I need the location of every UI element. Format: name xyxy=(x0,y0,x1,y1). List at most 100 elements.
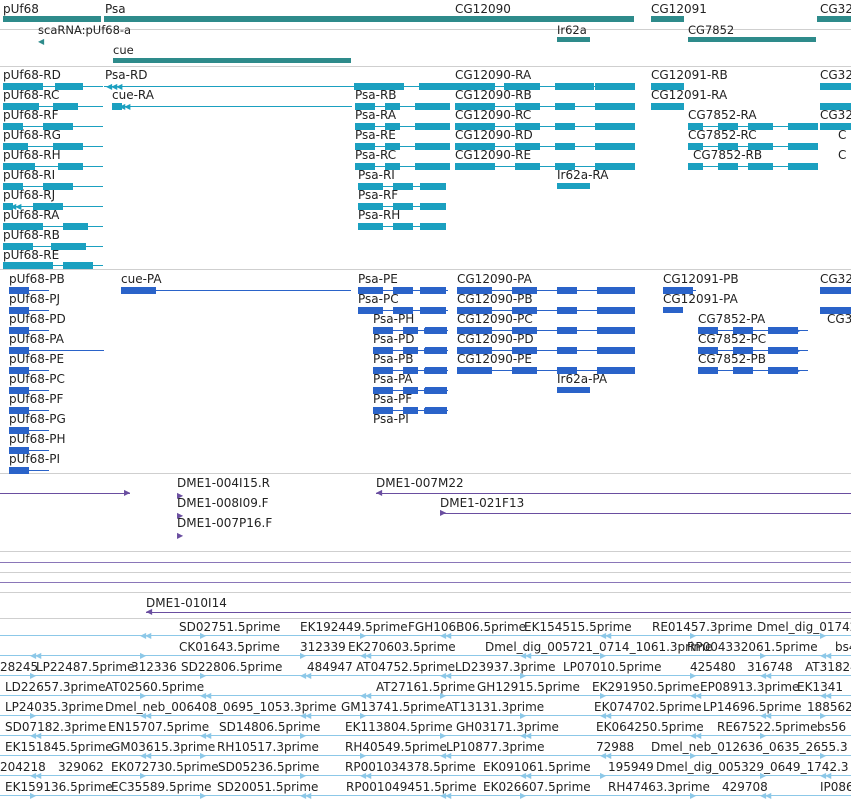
feature-bar[interactable] xyxy=(512,367,537,374)
feature-label[interactable]: Psa-RA xyxy=(355,108,396,122)
feature-bar[interactable] xyxy=(688,37,816,42)
feature-label[interactable]: CG12090-RA xyxy=(455,68,531,82)
feature-label[interactable]: DME1-007M22 xyxy=(376,476,464,490)
feature-label[interactable]: EP08913.3prime xyxy=(700,680,799,694)
feature-label[interactable]: SD22806.5prime xyxy=(181,660,282,674)
feature-bar[interactable] xyxy=(43,123,73,130)
feature-label[interactable]: Psa-RB xyxy=(355,88,397,102)
feature-label[interactable]: CG12091 xyxy=(651,2,707,16)
genome-browser-view[interactable]: pUf68 Psa CG12090 CG12091 CG32 scaRNA:pUf68-a… xyxy=(0,0,851,802)
feature-bar[interactable] xyxy=(597,347,635,354)
feature-bar[interactable] xyxy=(512,347,537,354)
feature-bar[interactable] xyxy=(373,387,393,394)
feature-label[interactable]: cue xyxy=(113,43,134,57)
feature-bar[interactable] xyxy=(403,407,418,414)
feature-bar[interactable] xyxy=(557,347,577,354)
feature-label[interactable]: DME1-010I14 xyxy=(146,596,227,610)
feature-label[interactable]: DME1-008I09.F xyxy=(177,496,269,510)
feature-bar[interactable] xyxy=(51,243,86,250)
feature-bar[interactable] xyxy=(688,163,703,170)
feature-label[interactable]: AT02560.5prime xyxy=(105,680,204,694)
feature-label[interactable]: Dmel_dig_01742 xyxy=(757,620,851,634)
feature-label[interactable]: LD23937.3prime xyxy=(455,660,556,674)
feature-label[interactable]: CG7852-RB xyxy=(693,148,762,162)
feature-bar[interactable] xyxy=(595,103,635,110)
feature-label[interactable]: EK151845.5prime xyxy=(5,740,113,754)
feature-bar[interactable] xyxy=(393,203,413,210)
feature-bar[interactable] xyxy=(385,103,400,110)
feature-bar[interactable] xyxy=(748,143,773,150)
feature-bar[interactable] xyxy=(373,367,393,374)
feature-bar[interactable] xyxy=(385,123,400,130)
feature-label[interactable]: CG7852-PA xyxy=(698,312,765,326)
feature-label[interactable]: CG32 xyxy=(820,68,851,82)
feature-label[interactable]: LP22487.5prime xyxy=(36,660,135,674)
feature-label[interactable]: pUf68-PB xyxy=(9,272,65,286)
feature-bar[interactable] xyxy=(373,347,393,354)
feature-label[interactable]: SD07182.3prime xyxy=(5,720,106,734)
feature-label[interactable]: EK091061.5prime xyxy=(483,760,591,774)
feature-bar[interactable] xyxy=(597,327,635,334)
feature-label[interactable]: DME1-004I15.R xyxy=(177,476,270,490)
feature-label[interactable]: CG12091-PB xyxy=(663,272,739,286)
feature-bar[interactable] xyxy=(393,287,413,294)
feature-label[interactable]: SD02751.5prime xyxy=(179,620,280,634)
feature-bar[interactable] xyxy=(355,163,375,170)
feature-label[interactable]: Ir62a-PA xyxy=(557,372,607,386)
feature-bar[interactable] xyxy=(3,16,101,22)
feature-bar[interactable] xyxy=(595,83,635,90)
feature-label[interactable]: Psa-PF xyxy=(373,392,412,406)
feature-label[interactable]: CG12090 xyxy=(455,2,511,16)
feature-bar[interactable] xyxy=(718,123,738,130)
feature-label[interactable]: AT31824.5p xyxy=(805,660,851,674)
feature-label[interactable]: CG7852-PB xyxy=(698,352,766,366)
feature-label[interactable]: CG32 xyxy=(820,272,851,286)
feature-label[interactable]: C xyxy=(838,128,846,142)
feature-label[interactable]: Psa-PA xyxy=(373,372,413,386)
feature-label[interactable]: Psa-PB xyxy=(373,352,413,366)
feature-label[interactable]: AT13131.3prime xyxy=(445,700,544,714)
feature-bar[interactable] xyxy=(557,287,577,294)
feature-bar[interactable] xyxy=(733,327,753,334)
feature-bar[interactable] xyxy=(385,143,400,150)
feature-label[interactable]: Ir62a-RA xyxy=(557,168,609,182)
feature-label[interactable]: 312339 xyxy=(300,640,346,654)
feature-bar[interactable] xyxy=(688,123,703,130)
feature-label[interactable]: Psa-RI xyxy=(358,168,395,182)
feature-bar[interactable] xyxy=(698,367,718,374)
feature-label[interactable]: Psa-RH xyxy=(358,208,400,222)
feature-label[interactable]: EK192449.5prime xyxy=(300,620,408,634)
feature-bar[interactable] xyxy=(557,183,590,189)
feature-label[interactable]: LP24035.3prime xyxy=(5,700,104,714)
feature-label[interactable]: 312336 xyxy=(131,660,177,674)
feature-bar[interactable] xyxy=(555,103,575,110)
feature-bar[interactable] xyxy=(817,16,851,22)
feature-label[interactable]: 484947 xyxy=(307,660,353,674)
feature-label[interactable]: CG12090-PA xyxy=(457,272,532,286)
feature-bar[interactable] xyxy=(53,103,78,110)
feature-bar[interactable] xyxy=(373,327,393,334)
feature-bar[interactable] xyxy=(555,123,575,130)
feature-label[interactable]: Psa-RD xyxy=(105,68,148,82)
feature-label[interactable]: RP001049451.5prime xyxy=(346,780,477,794)
feature-bar[interactable] xyxy=(113,58,351,63)
feature-bar[interactable] xyxy=(718,163,738,170)
feature-bar[interactable] xyxy=(557,367,577,374)
feature-bar[interactable] xyxy=(698,347,718,354)
feature-label[interactable]: EC35589.5prime xyxy=(111,780,212,794)
feature-bar[interactable] xyxy=(663,307,683,313)
feature-label[interactable]: 188562 xyxy=(807,700,851,714)
feature-label[interactable]: GM13741.5prime xyxy=(341,700,445,714)
feature-label[interactable]: CG7852-RA xyxy=(688,108,757,122)
feature-bar[interactable] xyxy=(403,387,418,394)
feature-bar[interactable] xyxy=(403,327,418,334)
feature-bar[interactable] xyxy=(43,183,73,190)
feature-bar[interactable] xyxy=(733,347,753,354)
feature-label[interactable]: CK01643.5prime xyxy=(179,640,280,654)
feature-label[interactable]: CG7852-PC xyxy=(698,332,766,346)
feature-bar[interactable] xyxy=(597,367,635,374)
feature-bar[interactable] xyxy=(358,223,383,230)
feature-bar[interactable] xyxy=(557,327,577,334)
feature-bar[interactable] xyxy=(515,123,540,130)
feature-label[interactable]: AT27161.5prime xyxy=(376,680,475,694)
